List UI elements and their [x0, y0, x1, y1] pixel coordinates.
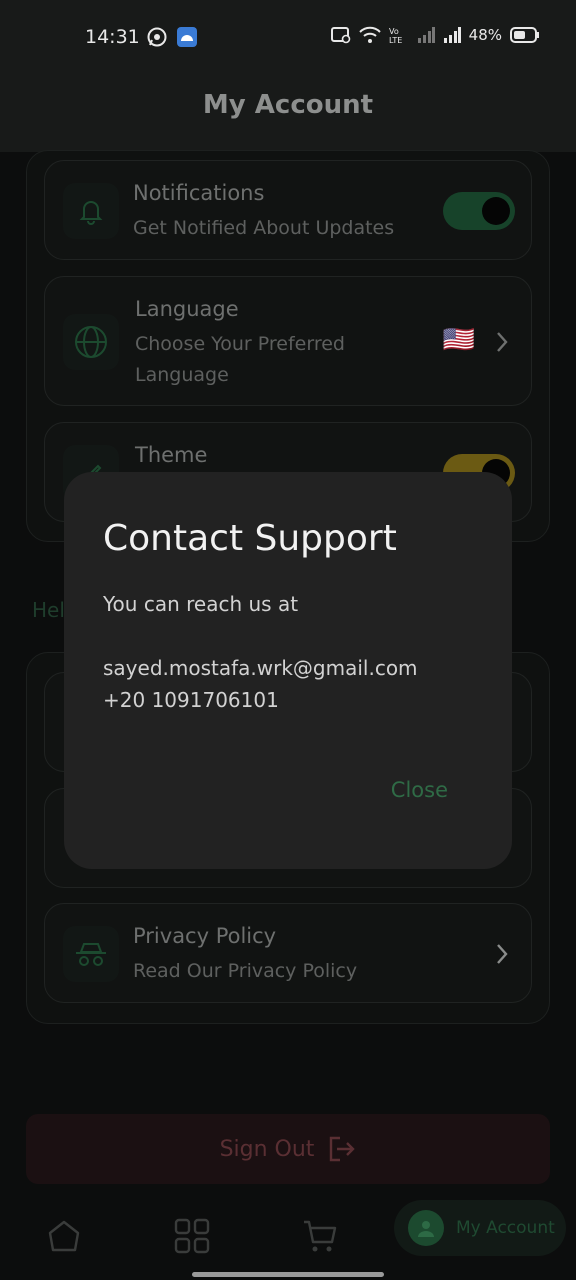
chevron-right-icon[interactable]: [495, 331, 509, 353]
home-indicator[interactable]: [192, 1272, 384, 1277]
sign-out-label: Sign Out: [219, 1136, 315, 1162]
support-email[interactable]: sayed.mostafa.wrk@gmail.com: [103, 656, 418, 680]
nav-my-account[interactable]: My Account: [394, 1200, 566, 1256]
globe-icon: [63, 314, 119, 370]
theme-title: Theme: [135, 443, 208, 467]
incognito-icon: [63, 926, 119, 982]
volte-icon: VoLTE: [389, 27, 402, 44]
status-bar: 14:31 Vo LTE 48%: [0, 0, 576, 72]
signal-icon: [417, 27, 435, 43]
page-title: My Account: [202, 90, 374, 120]
android-icon: [177, 27, 197, 47]
notifications-toggle[interactable]: [443, 192, 515, 230]
privacy-policy-subtitle: Read Our Privacy Policy: [133, 960, 358, 982]
logout-icon: [330, 1136, 356, 1162]
privacy-policy-title: Privacy Policy: [133, 924, 277, 948]
help-section-label: Hel: [32, 598, 65, 622]
avatar: [408, 1210, 444, 1246]
home-icon[interactable]: [44, 1216, 84, 1256]
svg-text:LTE: LTE: [389, 36, 402, 44]
contact-support-dialog: Contact Support You can reach us at saye…: [64, 472, 512, 869]
notifications-title: Notifications: [133, 181, 265, 205]
language-subtitle: Choose Your Preferred Language: [135, 333, 345, 386]
cart-icon[interactable]: [300, 1216, 340, 1256]
bell-icon: [63, 183, 119, 239]
signal-icon: [443, 27, 461, 43]
dialog-title: Contact Support: [103, 518, 397, 559]
close-button[interactable]: Close: [391, 778, 448, 802]
grid-icon[interactable]: [172, 1216, 212, 1256]
wifi-icon: [358, 26, 381, 43]
language-item[interactable]: Language Choose Your Preferred Language …: [44, 276, 532, 406]
notifications-subtitle: Get Notified About Updates: [133, 217, 395, 239]
svg-text:Vo: Vo: [389, 27, 399, 36]
sign-out-button[interactable]: Sign Out: [26, 1114, 550, 1184]
nav-my-account-label: My Account: [456, 1218, 555, 1238]
privacy-policy-item[interactable]: Privacy Policy Read Our Privacy Policy: [44, 903, 532, 1003]
language-title: Language: [135, 297, 239, 321]
status-time: 14:31: [85, 26, 140, 48]
notifications-item[interactable]: Notifications Get Notified About Updates: [44, 160, 532, 260]
support-phone[interactable]: +20 1091706101: [103, 688, 279, 712]
chevron-right-icon[interactable]: [495, 943, 509, 965]
whatsapp-icon: [147, 27, 167, 47]
battery-icon: [510, 27, 539, 43]
cast-icon: [330, 27, 350, 44]
battery-percent: 48%: [468, 26, 502, 44]
dialog-intro: You can reach us at: [103, 592, 299, 616]
us-flag-icon: 🇺🇸: [442, 325, 475, 355]
